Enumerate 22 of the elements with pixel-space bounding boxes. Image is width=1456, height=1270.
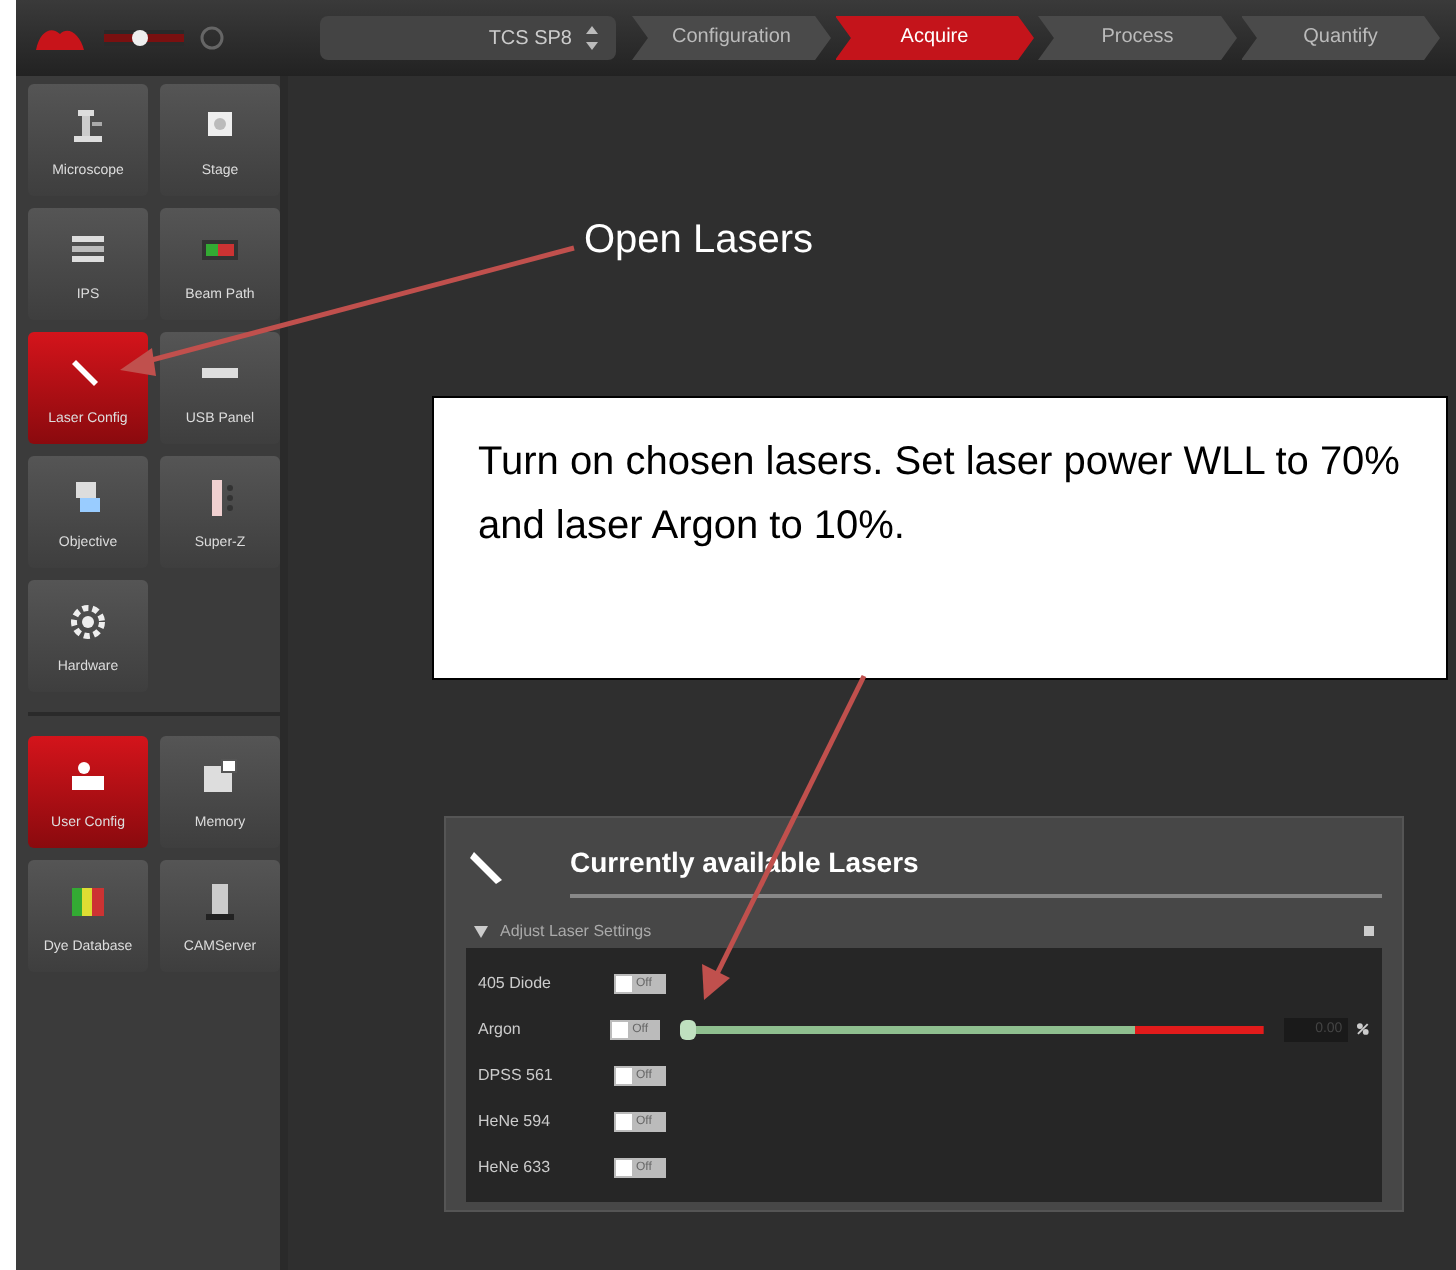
callout-box: Turn on chosen lasers. Set laser power WLL to 70% and laser Argon to 10%. <box>432 396 1448 680</box>
laser-name: HeNe 633 <box>478 1158 553 1176</box>
gear-icon <box>66 599 110 643</box>
callout-label: Open Lasers <box>584 218 814 264</box>
workflow-step[interactable]: Process <box>1038 16 1237 60</box>
laser-name: HeNe 594 <box>478 1112 553 1130</box>
pin-icon <box>1364 926 1374 936</box>
slider-thumb[interactable] <box>132 30 148 46</box>
power-icon <box>200 26 224 50</box>
zoom-slider[interactable] <box>104 30 184 46</box>
spinner-icon <box>584 24 600 52</box>
laser-name: 405 Diode <box>478 974 553 992</box>
system-selector[interactable]: TCS SP8 <box>320 16 616 60</box>
workflow-step[interactable]: Configuration <box>632 16 831 60</box>
workflow-step[interactable]: Acquire <box>835 16 1034 60</box>
slider-thumb[interactable] <box>680 1019 697 1039</box>
section-header[interactable]: Adjust Laser Settings <box>474 922 652 940</box>
keypad-icon <box>202 368 238 378</box>
workflow-step[interactable]: Quantify <box>1241 16 1440 60</box>
laser-name: DPSS 561 <box>478 1066 555 1084</box>
laser-name: Argon <box>478 1020 523 1038</box>
percent-icon <box>1356 1022 1371 1036</box>
